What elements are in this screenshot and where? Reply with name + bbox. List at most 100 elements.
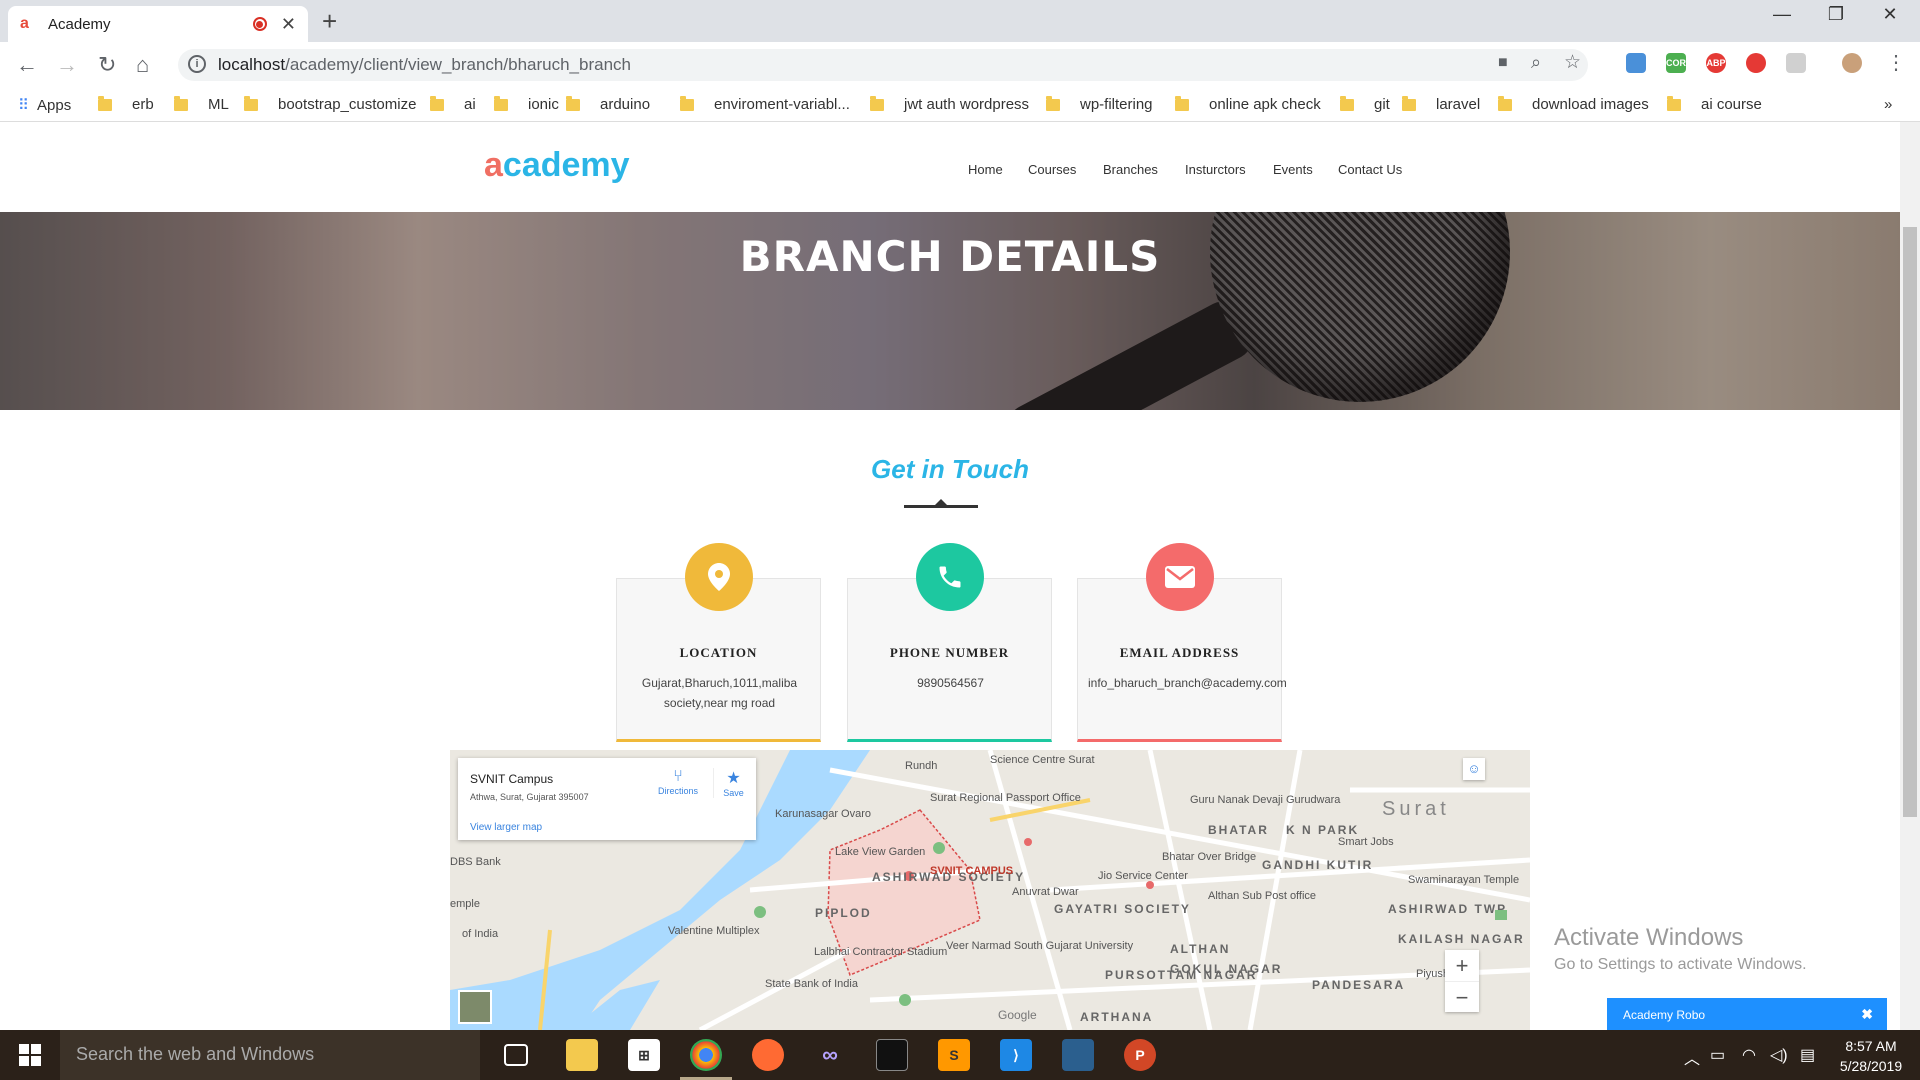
volume-icon[interactable]: ◁) bbox=[1770, 1045, 1788, 1065]
nav-branches[interactable]: Branches bbox=[1103, 162, 1158, 177]
academy-logo[interactable]: academy bbox=[484, 146, 630, 185]
zoom-in-button[interactable]: + bbox=[1445, 950, 1479, 981]
bookmark-item[interactable]: laravel bbox=[1402, 95, 1480, 113]
email-value: info_bharuch_branch@academy.com bbox=[1088, 676, 1287, 690]
bookmark-label: arduino bbox=[600, 96, 651, 113]
apps-bookmark[interactable]: ⠿ Apps bbox=[18, 96, 71, 115]
bookmark-item[interactable]: ai bbox=[430, 95, 476, 113]
folder-icon bbox=[430, 95, 444, 111]
apps-grid-icon: ⠿ bbox=[18, 97, 29, 114]
zoom-out-button[interactable]: − bbox=[1445, 981, 1479, 1012]
terminal-icon[interactable] bbox=[876, 1039, 908, 1071]
clock-date: 5/28/2019 bbox=[1839, 1058, 1903, 1074]
new-tab-button[interactable]: + bbox=[322, 6, 337, 37]
pegman-icon[interactable]: ☺ bbox=[1463, 758, 1485, 780]
scrollbar-thumb[interactable] bbox=[1903, 227, 1917, 817]
map-label: Valentine Multiplex bbox=[668, 925, 760, 937]
profile-avatar[interactable] bbox=[1842, 53, 1862, 73]
nav-instructors[interactable]: Insturctors bbox=[1185, 162, 1246, 177]
tray-chevron-icon[interactable]: ︿ bbox=[1684, 1045, 1700, 1069]
wifi-icon[interactable]: ◠ bbox=[1742, 1045, 1756, 1065]
extension-icon-5[interactable] bbox=[1786, 53, 1806, 73]
page-scrollbar[interactable] bbox=[1900, 122, 1920, 1030]
bookmark-item[interactable]: arduino bbox=[566, 95, 651, 113]
bookmark-item[interactable]: ai course bbox=[1667, 95, 1762, 113]
bookmark-item[interactable]: ML bbox=[174, 95, 229, 113]
camera-icon[interactable]: ■ bbox=[1498, 54, 1508, 72]
nav-contact-us[interactable]: Contact Us bbox=[1338, 162, 1402, 177]
bookmark-item[interactable]: wp-filtering bbox=[1046, 95, 1153, 113]
zoom-icon[interactable]: ⌕ bbox=[1531, 52, 1541, 73]
map-label: emple bbox=[450, 898, 480, 910]
bookmark-item[interactable]: bootstrap_customize bbox=[244, 95, 416, 113]
save-star-icon: ★ bbox=[726, 770, 741, 787]
folder-icon bbox=[566, 95, 580, 111]
view-larger-map-link[interactable]: View larger map bbox=[470, 822, 542, 833]
close-window-button[interactable]: ✕ bbox=[1860, 4, 1920, 25]
bookmark-label: ML bbox=[208, 96, 229, 113]
chat-close-icon[interactable]: ✖ bbox=[1861, 1006, 1873, 1023]
chat-widget[interactable]: Academy Robo ✖ bbox=[1607, 998, 1887, 1032]
chrome-menu-icon[interactable]: ⋮ bbox=[1886, 50, 1906, 75]
home-icon[interactable]: ⌂ bbox=[136, 52, 149, 78]
taskbar-clock[interactable]: 8:57 AM 5/28/2019 bbox=[1826, 1036, 1916, 1076]
nav-events[interactable]: Events bbox=[1273, 162, 1313, 177]
satellite-toggle[interactable] bbox=[458, 990, 492, 1024]
folder-icon bbox=[870, 95, 884, 111]
google-map[interactable]: SVNIT Campus Athwa, Surat, Gujarat 39500… bbox=[450, 750, 1530, 1030]
restore-button[interactable]: ❐ bbox=[1806, 4, 1866, 25]
bookmarks-bar: ⠿ Apps erb ML bootstrap_customize ai ionic ardu… bbox=[0, 88, 1920, 122]
chrome-taskbar-icon[interactable] bbox=[680, 1039, 732, 1080]
postman-icon[interactable] bbox=[752, 1039, 784, 1071]
url-text: localhost/academy/client/view_branch/bha… bbox=[218, 55, 631, 74]
task-view-icon[interactable] bbox=[504, 1044, 528, 1066]
bookmark-item[interactable]: download images bbox=[1498, 95, 1649, 113]
bookmark-item[interactable]: enviroment-variabl... bbox=[680, 95, 850, 113]
close-tab-icon[interactable]: ✕ bbox=[281, 14, 296, 35]
address-bar[interactable]: i localhost/academy/client/view_branch/b… bbox=[178, 49, 1588, 81]
notifications-icon[interactable]: ▤ bbox=[1800, 1045, 1815, 1065]
directions-button[interactable]: ⑂ Directions bbox=[653, 768, 703, 796]
map-label: Science Centre Surat bbox=[990, 754, 1095, 766]
browser-tab[interactable]: a Academy ✕ bbox=[8, 6, 308, 42]
powerpoint-icon[interactable]: P bbox=[1124, 1039, 1156, 1071]
map-label: GANDHI KUTIR bbox=[1262, 858, 1374, 872]
bookmark-star-icon[interactable]: ☆ bbox=[1564, 51, 1581, 74]
back-arrow-icon[interactable]: ← bbox=[16, 52, 38, 78]
extension-icon-1[interactable] bbox=[1626, 53, 1646, 73]
folder-icon bbox=[1175, 95, 1189, 111]
map-label: GAYATRI SOCIETY bbox=[1054, 902, 1191, 916]
minimize-button[interactable]: — bbox=[1752, 4, 1812, 25]
map-label: Rundh bbox=[905, 760, 938, 772]
folder-icon bbox=[98, 95, 112, 111]
bookmark-item[interactable]: git bbox=[1340, 95, 1390, 113]
bookmark-item[interactable]: ionic bbox=[494, 95, 559, 113]
bookmark-item[interactable]: jwt auth wordpress bbox=[870, 95, 1029, 113]
taskbar-search-box[interactable]: Search the web and Windows bbox=[60, 1030, 480, 1080]
cors-extension-icon[interactable]: CORS bbox=[1666, 53, 1692, 73]
mysql-workbench-icon[interactable] bbox=[1062, 1039, 1094, 1071]
map-label: Lalbhai Contractor Stadium bbox=[814, 946, 948, 958]
bookmark-item[interactable]: erb bbox=[98, 95, 154, 113]
nav-home[interactable]: Home bbox=[968, 162, 1003, 177]
bookmarks-overflow-icon[interactable]: » bbox=[1884, 96, 1892, 113]
forward-arrow-icon[interactable]: → bbox=[56, 52, 78, 78]
folder-icon bbox=[1402, 95, 1416, 111]
battery-icon[interactable]: ▭ bbox=[1710, 1045, 1725, 1065]
bookmark-item[interactable]: online apk check bbox=[1175, 95, 1321, 113]
site-info-icon[interactable]: i bbox=[188, 55, 206, 73]
vscode-icon[interactable]: ⟩ bbox=[1000, 1039, 1032, 1071]
reload-icon[interactable]: ↻ bbox=[98, 52, 116, 78]
nav-courses[interactable]: Courses bbox=[1028, 162, 1076, 177]
save-place-button[interactable]: ★ Save bbox=[713, 768, 753, 798]
bookmark-label: ai bbox=[464, 96, 476, 113]
windows-start-button[interactable] bbox=[0, 1030, 60, 1080]
infinity-app-icon[interactable]: ∞ bbox=[814, 1039, 846, 1071]
adblock-plus-icon[interactable]: ABP bbox=[1706, 53, 1726, 73]
opera-extension-icon[interactable] bbox=[1746, 53, 1766, 73]
map-label: Guru Nanak Devaji Gurudwara bbox=[1190, 794, 1341, 806]
store-icon[interactable]: ⊞ bbox=[628, 1039, 660, 1071]
file-explorer-icon[interactable] bbox=[566, 1039, 598, 1071]
phone-icon bbox=[916, 543, 984, 611]
sublime-text-icon[interactable]: S bbox=[938, 1039, 970, 1071]
